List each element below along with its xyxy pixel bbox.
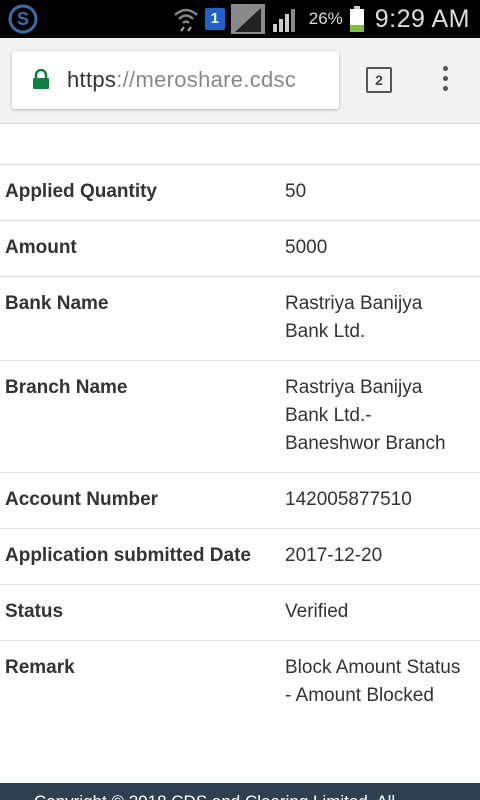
- battery-icon: [349, 6, 364, 32]
- detail-value: Verified: [285, 601, 349, 622]
- detail-label: Status: [5, 601, 64, 622]
- svg-text:S: S: [17, 9, 29, 29]
- detail-value: 50: [285, 181, 307, 202]
- detail-row-status: Status Verified: [0, 585, 480, 641]
- detail-label: Branch Name: [5, 377, 128, 398]
- tab-switcher-button[interactable]: 2: [366, 67, 392, 93]
- detail-value: Block Amount Status - Amount Blocked: [285, 657, 461, 706]
- address-bar[interactable]: https://meroshare.cdsc: [12, 51, 339, 109]
- app-logo-icon: S: [8, 4, 38, 34]
- sim-signal-icon: [230, 4, 265, 34]
- detail-value: Rastriya Banijya Bank Ltd.- Baneshwor Br…: [285, 377, 446, 454]
- lock-icon: [33, 69, 49, 89]
- application-details: Applied Quantity 50 Amount 5000 Bank Nam…: [0, 124, 480, 724]
- detail-row-applied-quantity: Applied Quantity 50: [0, 165, 480, 221]
- detail-row-branch-name: Branch Name Rastriya Banijya Bank Ltd.- …: [0, 361, 480, 473]
- clock: 9:29 AM: [374, 4, 470, 33]
- battery-percent: 26%: [308, 9, 343, 28]
- copyright-text: Copyright © 2018 CDS and Clearing Limite…: [34, 792, 395, 800]
- table-top-spacer: [0, 124, 480, 165]
- detail-label: Remark: [5, 657, 75, 678]
- signal-strength-icon: [272, 9, 295, 32]
- url-host: ://meroshare.cdsc: [116, 67, 297, 92]
- detail-row-amount: Amount 5000: [0, 221, 480, 277]
- detail-value: Rastriya Banijya Bank Ltd.: [285, 293, 423, 342]
- detail-row-bank-name: Bank Name Rastriya Banijya Bank Ltd.: [0, 277, 480, 361]
- detail-row-account-number: Account Number 142005877510: [0, 473, 480, 529]
- detail-label: Application submitted Date: [5, 545, 251, 566]
- detail-label: Bank Name: [5, 293, 109, 314]
- detail-value: 142005877510: [285, 489, 412, 510]
- wifi-icon: [173, 8, 198, 32]
- notification-badge: 1: [204, 8, 225, 30]
- detail-row-remark: Remark Block Amount Status - Amount Bloc…: [0, 641, 480, 724]
- detail-value: 2017-12-20: [285, 545, 383, 566]
- detail-row-submitted-date: Application submitted Date 2017-12-20: [0, 529, 480, 585]
- detail-label: Amount: [5, 237, 77, 258]
- detail-label: Applied Quantity: [5, 181, 157, 202]
- status-bar: S 1 26% 9:29 AM: [0, 0, 480, 38]
- overflow-menu-icon[interactable]: [435, 66, 455, 94]
- detail-value: 5000: [285, 237, 328, 258]
- page-footer: Copyright © 2018 CDS and Clearing Limite…: [0, 783, 480, 800]
- browser-toolbar: https://meroshare.cdsc 2: [0, 38, 480, 124]
- url-text[interactable]: https://meroshare.cdsc: [67, 51, 296, 109]
- detail-label: Account Number: [5, 489, 159, 510]
- url-scheme: https: [67, 67, 117, 92]
